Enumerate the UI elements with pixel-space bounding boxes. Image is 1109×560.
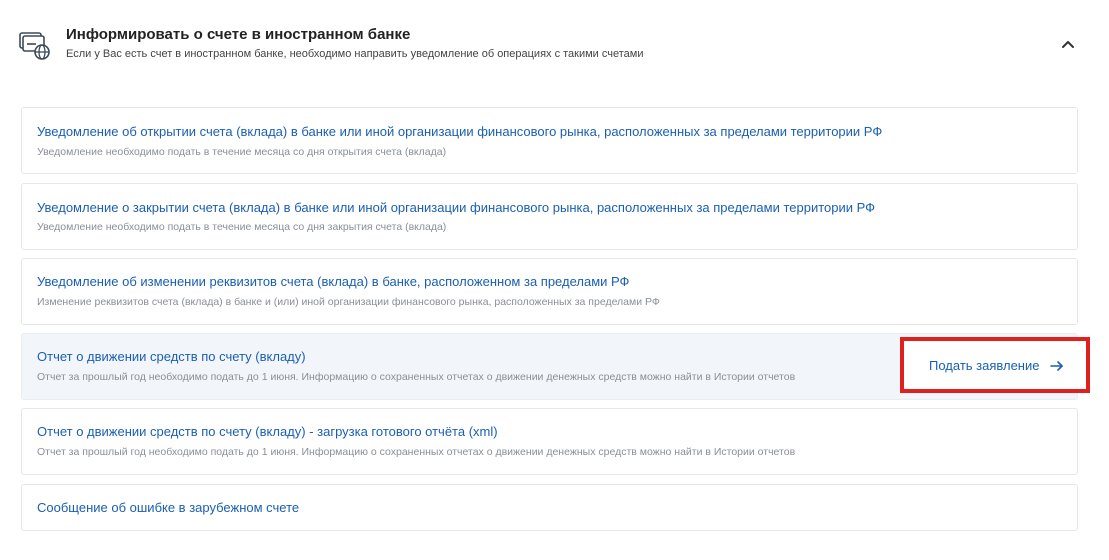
submit-application-button[interactable]: Подать заявление (900, 337, 1090, 393)
service-item-open-account[interactable]: Уведомление об открытии счета (вклада) в… (21, 107, 1078, 174)
service-item-title[interactable]: Сообщение об ошибке в зарубежном счете (37, 500, 299, 515)
service-item-subtitle: Отчет за прошлый год необходимо подать д… (37, 371, 796, 383)
service-item-title[interactable]: Отчет о движении средств по счету (вклад… (37, 424, 498, 439)
section-header: Информировать о счете в иностранном банк… (0, 0, 1109, 90)
service-item-close-account[interactable]: Уведомление о закрытии счета (вклада) в … (21, 183, 1078, 250)
bank-card-globe-icon (19, 32, 50, 60)
section-subtitle: Если у Вас есть счет в иностранном банке… (66, 48, 644, 60)
section-title: Информировать о счете в иностранном банк… (66, 26, 411, 43)
service-item-title[interactable]: Уведомление о закрытии счета (вклада) в … (37, 200, 875, 215)
service-item-subtitle: Уведомление необходимо подать в течение … (37, 221, 447, 233)
service-item-change-details[interactable]: Уведомление об изменении реквизитов счет… (21, 258, 1078, 325)
service-item-subtitle: Изменение реквизитов счета (вклада) в ба… (37, 296, 660, 308)
chevron-up-icon[interactable] (1058, 34, 1078, 54)
service-item-upload-xml-report[interactable]: Отчет о движении средств по счету (вклад… (21, 408, 1078, 475)
service-item-title[interactable]: Отчет о движении средств по счету (вклад… (37, 349, 306, 364)
submit-application-label: Подать заявление (929, 358, 1040, 373)
service-item-subtitle: Отчет за прошлый год необходимо подать д… (37, 446, 796, 458)
arrow-right-icon (1050, 361, 1063, 371)
service-item-report-error[interactable]: Сообщение об ошибке в зарубежном счете (21, 484, 1078, 531)
service-item-title[interactable]: Уведомление об открытии счета (вклада) в… (37, 124, 882, 139)
service-item-subtitle: Уведомление необходимо подать в течение … (37, 146, 447, 158)
service-item-title[interactable]: Уведомление об изменении реквизитов счет… (37, 274, 629, 289)
